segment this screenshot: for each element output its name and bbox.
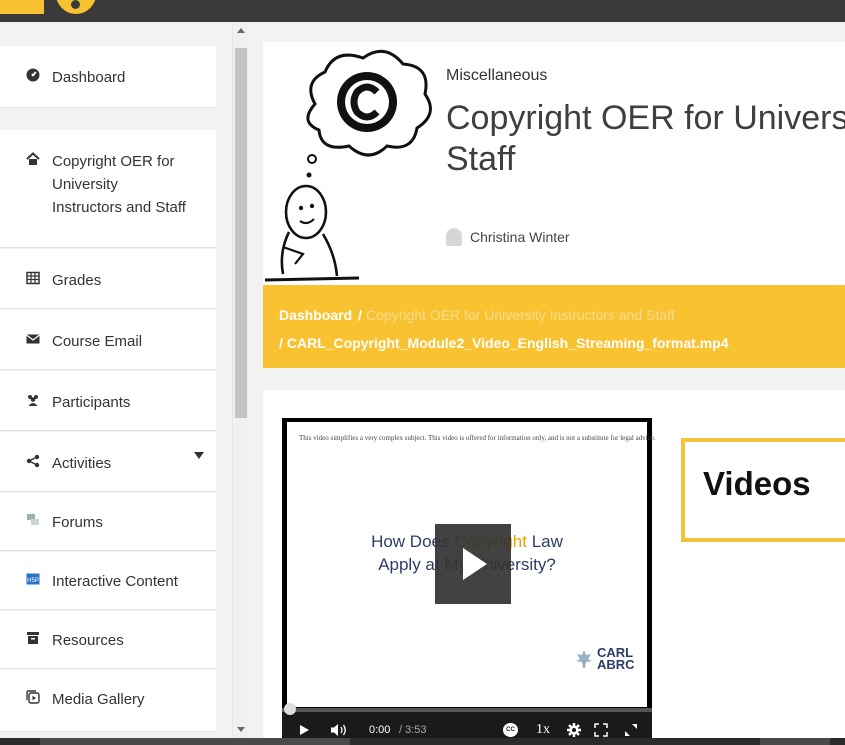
video-frame: This video simplifies a very complex sub…: [287, 422, 656, 707]
table-icon: [26, 271, 40, 285]
menu-toggle-button[interactable]: [0, 0, 44, 14]
sidebar-item-grades[interactable]: Grades: [0, 249, 216, 309]
sidebar-item-participants[interactable]: Participants: [0, 371, 216, 431]
playback-speed-button[interactable]: 1x: [536, 720, 550, 738]
closed-captions-button[interactable]: CC: [503, 720, 518, 738]
maple-leaf-icon: [576, 650, 592, 668]
sidebar-item-resources[interactable]: Resources: [0, 611, 216, 669]
sidebar-item-label: Media Gallery: [52, 691, 145, 708]
scroll-up-arrow-icon[interactable]: [237, 28, 245, 33]
video-duration: / 3:53: [399, 724, 427, 736]
sidebar-item-media-gallery[interactable]: Media Gallery: [0, 670, 216, 732]
sidebar-item-activities[interactable]: Activities: [0, 432, 216, 492]
video-player[interactable]: This video simplifies a very complex sub…: [282, 418, 656, 738]
course-category: Miscellaneous: [446, 67, 548, 84]
video-progress-bar[interactable]: [282, 703, 652, 715]
avatar: [446, 228, 462, 246]
video-controls-row: 0:00 / 3:53 CC 1x: [282, 720, 652, 738]
video-disclaimer: This video simplifies a very complex sub…: [299, 434, 656, 442]
scrollbar-thumb[interactable]: [235, 48, 247, 418]
carl-abrc-logo: CARL ABRC: [574, 646, 635, 672]
videos-heading: Videos: [703, 465, 811, 502]
sidebar-item-course-home[interactable]: Copyright OER for University Instructors…: [0, 130, 216, 248]
sidebar-item-label: Interactive Content: [52, 573, 178, 590]
breadcrumb-current-file: CARL_Copyright_Module2_Video_English_Str…: [286, 335, 729, 351]
logo-line2: ABRC: [597, 657, 635, 672]
sidebar-item-forums[interactable]: Forums: [0, 493, 216, 551]
volume-icon[interactable]: [330, 720, 348, 738]
course-sidebar: Dashboard Copyright OER for University I…: [0, 22, 232, 738]
home-icon: [26, 152, 40, 166]
instructor-name: Christina Winter: [470, 229, 570, 245]
site-logo[interactable]: [56, 0, 96, 14]
page-title-line2: Staff: [446, 140, 516, 179]
media-gallery-icon: [26, 690, 40, 704]
page-title-line1: Copyright OER for Univers: [446, 99, 845, 137]
sidebar-item-dashboard[interactable]: Dashboard: [0, 46, 216, 108]
taskbar-segment: [40, 738, 350, 745]
forum-icon: [26, 513, 40, 527]
breadcrumb-dashboard-link[interactable]: Dashboard: [279, 307, 352, 323]
top-navbar: [0, 0, 845, 22]
breadcrumb-separator: /: [358, 307, 363, 323]
envelope-icon: [26, 332, 40, 346]
breadcrumb: Dashboard / Copyright OER for University I…: [263, 285, 845, 368]
sidebar-item-interactive-content[interactable]: H5P Interactive Content: [0, 552, 216, 610]
breadcrumb-course-link[interactable]: Copyright OER for University Instructors…: [366, 307, 675, 323]
sidebar-item-label: Grades: [52, 272, 102, 289]
os-taskbar: [0, 738, 845, 745]
taskbar-segment: [760, 738, 830, 745]
settings-gear-icon[interactable]: [567, 720, 581, 738]
h5p-icon: H5P: [26, 572, 40, 586]
archive-icon: [26, 631, 40, 645]
copyright-thinker-illustration: [264, 49, 432, 282]
sidebar-item-label: Copyright OER for University Instructors…: [52, 153, 186, 216]
scroll-down-arrow-icon[interactable]: [237, 727, 245, 732]
sidebar-item-label: Dashboard: [52, 69, 126, 86]
play-icon[interactable]: [298, 720, 310, 738]
sidebar-item-label: Course Email: [52, 333, 143, 350]
carl-abrc-text: CARL ABRC: [597, 646, 635, 672]
fullscreen-icon[interactable]: [594, 720, 608, 738]
popout-icon[interactable]: [624, 720, 638, 738]
cc-icon: CC: [503, 723, 518, 737]
course-instructor[interactable]: Christina Winter: [446, 228, 570, 246]
breadcrumb-line2: / CARL_Copyright_Module2_Video_English_St…: [279, 335, 845, 351]
course-header: Miscellaneous Copyright OER for Univers …: [263, 42, 845, 285]
dashboard-icon: [26, 68, 40, 82]
video-controls: 0:00 / 3:53 CC 1x: [282, 703, 652, 738]
sidebar-item-label: Forums: [52, 514, 103, 531]
sidebar-item-label: Resources: [52, 632, 124, 649]
chevron-down-icon[interactable]: [194, 452, 204, 459]
page-title: Copyright OER for Univers Staff: [446, 98, 845, 181]
users-icon: [26, 393, 40, 407]
main-content: Miscellaneous Copyright OER for Univers …: [263, 42, 845, 738]
breadcrumb-line1: Dashboard / Copyright OER for University I…: [279, 307, 845, 323]
sidebar-item-label: Activities: [52, 455, 112, 472]
sidebar-item-course-email[interactable]: Course Email: [0, 310, 216, 370]
sidebar-item-label: Participants: [52, 394, 131, 411]
section-divider: [263, 368, 845, 390]
play-overlay-button[interactable]: [435, 524, 511, 604]
current-time: 0:00: [369, 724, 391, 736]
slide-title-part2: Law: [526, 532, 563, 551]
share-icon: [26, 454, 40, 468]
sidebar-scrollbar[interactable]: [232, 22, 249, 738]
svg-text:H5P: H5P: [27, 578, 39, 584]
videos-section-label: Videos: [681, 438, 845, 542]
progress-knob[interactable]: [284, 703, 296, 715]
breadcrumb-separator: /: [279, 335, 283, 351]
